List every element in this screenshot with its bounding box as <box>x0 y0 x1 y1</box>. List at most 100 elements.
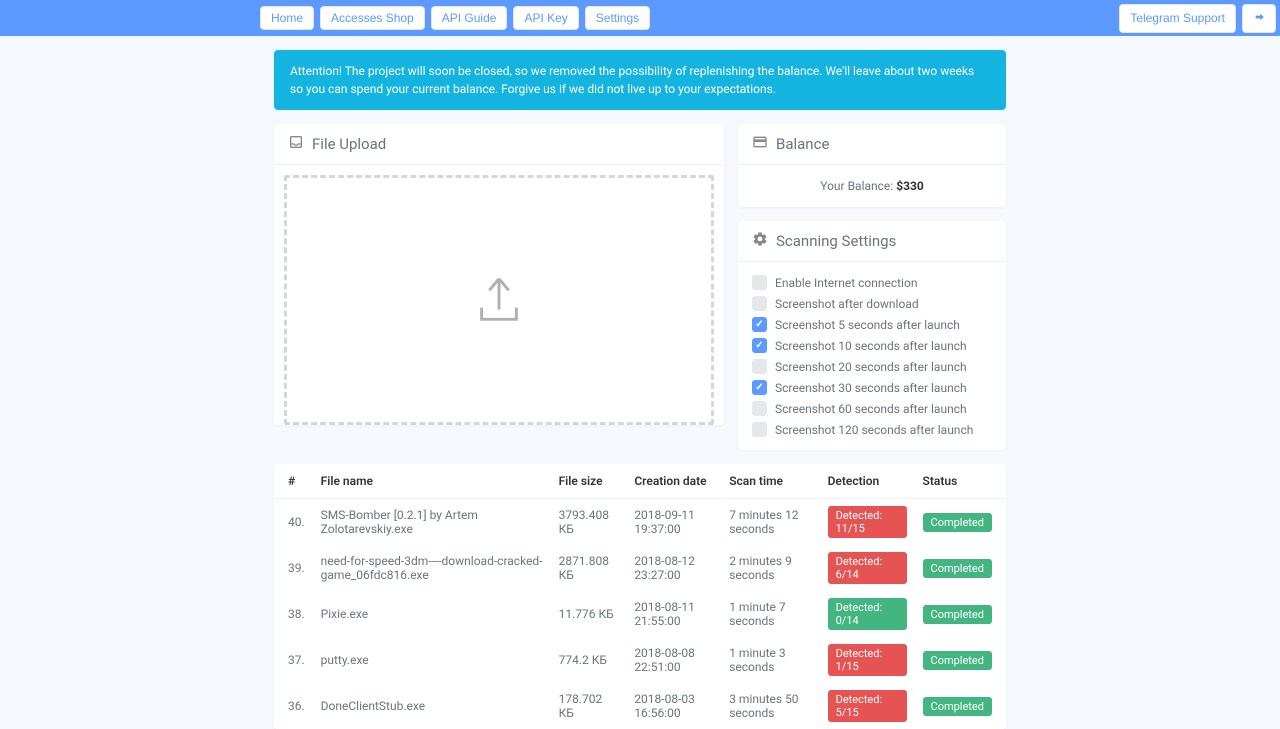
setting-label: Screenshot 30 seconds after launch <box>775 381 967 395</box>
setting-row: Screenshot 30 seconds after launch <box>752 377 992 398</box>
setting-row: Screenshot 10 seconds after launch <box>752 335 992 356</box>
setting-checkbox[interactable] <box>752 359 767 374</box>
table-cell: Detected: 1/15 <box>820 637 915 683</box>
balance-display: Your Balance: $330 <box>752 175 992 197</box>
closure-alert: Attention! The project will soon be clos… <box>274 50 1006 110</box>
table-row[interactable]: 38.Pixie.exe11.776 КБ2018-08-11 21:55:00… <box>274 591 1006 637</box>
column-header: Detection <box>820 464 915 499</box>
gears-icon <box>752 231 768 251</box>
table-cell: Completed <box>915 637 1006 683</box>
top-navbar: HomeAccesses ShopAPI GuideAPI Key Setting… <box>0 0 1280 36</box>
table-cell: Detected: 5/15 <box>820 683 915 729</box>
telegram-support-button[interactable]: Telegram Support <box>1119 4 1236 33</box>
balance-label: Your Balance: <box>820 179 896 193</box>
logout-icon <box>1251 9 1267 28</box>
table-row[interactable]: 37.putty.exe774.2 КБ2018-08-08 22:51:001… <box>274 637 1006 683</box>
setting-checkbox[interactable] <box>752 296 767 311</box>
table-cell: 2018-08-11 21:55:00 <box>626 591 721 637</box>
status-badge: Completed <box>923 605 992 624</box>
table-row[interactable]: 40.SMS-Bomber [0.2.1] by Artem Zolotarev… <box>274 499 1006 546</box>
nav-home-button[interactable]: Home <box>260 6 314 30</box>
file-upload-card: File Upload <box>274 124 724 425</box>
setting-label: Screenshot after download <box>775 297 919 311</box>
table-cell: Detected: 6/14 <box>820 545 915 591</box>
upload-arrow-icon <box>470 269 528 331</box>
status-badge: Completed <box>923 651 992 670</box>
table-cell: 774.2 КБ <box>551 637 627 683</box>
setting-label: Screenshot 60 seconds after launch <box>775 402 967 416</box>
table-cell: 36. <box>274 683 313 729</box>
scan-history-table: #File nameFile sizeCreation dateScan tim… <box>274 464 1006 729</box>
column-header: Status <box>915 464 1006 499</box>
nav-api-guide-button[interactable]: API Guide <box>431 6 508 30</box>
detection-badge: Detected: 6/14 <box>828 552 907 584</box>
nav-accesses-shop-button[interactable]: Accesses Shop <box>320 6 425 30</box>
setting-row: Screenshot 20 seconds after launch <box>752 356 992 377</box>
column-header: File size <box>551 464 627 499</box>
scanning-settings-title: Scanning Settings <box>776 232 896 250</box>
table-cell: 3 minutes 50 seconds <box>721 683 819 729</box>
table-cell: 7 minutes 12 seconds <box>721 499 819 546</box>
detection-badge: Detected: 0/14 <box>828 598 907 630</box>
table-row[interactable]: 36.DoneClientStub.exe178.702 КБ2018-08-0… <box>274 683 1006 729</box>
table-cell: 11.776 КБ <box>551 591 627 637</box>
setting-checkbox[interactable] <box>752 380 767 395</box>
table-cell: Detected: 11/15 <box>820 499 915 546</box>
nav-left-group: HomeAccesses ShopAPI GuideAPI Key Setting… <box>260 6 650 30</box>
upload-dropzone[interactable] <box>284 175 714 425</box>
nav-right-group: Telegram Support <box>1119 4 1276 33</box>
table-cell: SMS-Bomber [0.2.1] by Artem Zolotarevski… <box>313 499 551 546</box>
setting-label: Enable Internet connection <box>775 276 917 290</box>
inbox-icon <box>288 134 304 154</box>
setting-label: Screenshot 120 seconds after launch <box>775 423 973 437</box>
table-cell: need-for-speed-3dm----download-cracked-g… <box>313 545 551 591</box>
table-cell: 1 minute 3 seconds <box>721 637 819 683</box>
setting-checkbox[interactable] <box>752 317 767 332</box>
table-cell: Completed <box>915 499 1006 546</box>
balance-value: $330 <box>896 179 924 193</box>
table-cell: Completed <box>915 545 1006 591</box>
setting-checkbox[interactable] <box>752 338 767 353</box>
setting-row: Screenshot after download <box>752 293 992 314</box>
table-cell: 178.702 КБ <box>551 683 627 729</box>
logout-button[interactable] <box>1242 4 1276 33</box>
table-cell: Detected: 0/14 <box>820 591 915 637</box>
setting-checkbox[interactable] <box>752 422 767 437</box>
column-header: # <box>274 464 313 499</box>
setting-label: Screenshot 5 seconds after launch <box>775 318 960 332</box>
table-cell: 38. <box>274 591 313 637</box>
table-row[interactable]: 39.need-for-speed-3dm----download-cracke… <box>274 545 1006 591</box>
detection-badge: Detected: 11/15 <box>828 506 907 538</box>
table-cell: 37. <box>274 637 313 683</box>
setting-label: Screenshot 10 seconds after launch <box>775 339 967 353</box>
table-cell: 2018-09-11 19:37:00 <box>626 499 721 546</box>
table-cell: 40. <box>274 499 313 546</box>
nav-api-key-button[interactable]: API Key <box>513 6 578 30</box>
table-cell: DoneClientStub.exe <box>313 683 551 729</box>
table-cell: 2 minutes 9 seconds <box>721 545 819 591</box>
status-badge: Completed <box>923 559 992 578</box>
table-cell: Completed <box>915 591 1006 637</box>
table-cell: 2871.808 КБ <box>551 545 627 591</box>
credit-card-icon <box>752 134 768 154</box>
status-badge: Completed <box>923 697 992 716</box>
setting-checkbox[interactable] <box>752 275 767 290</box>
table-cell: 3793.408 КБ <box>551 499 627 546</box>
column-header: File name <box>313 464 551 499</box>
table-cell: Completed <box>915 683 1006 729</box>
column-header: Scan time <box>721 464 819 499</box>
setting-checkbox[interactable] <box>752 401 767 416</box>
setting-label: Screenshot 20 seconds after launch <box>775 360 967 374</box>
table-cell: 2018-08-03 16:56:00 <box>626 683 721 729</box>
table-cell: putty.exe <box>313 637 551 683</box>
setting-row: Screenshot 120 seconds after launch <box>752 419 992 440</box>
nav-settings-button[interactable]: Settings <box>585 6 650 30</box>
setting-row: Enable Internet connection <box>752 272 992 293</box>
status-badge: Completed <box>923 513 992 532</box>
scan-history-table-card: #File nameFile sizeCreation dateScan tim… <box>274 464 1006 729</box>
balance-title: Balance <box>776 135 829 153</box>
detection-badge: Detected: 5/15 <box>828 690 907 722</box>
column-header: Creation date <box>626 464 721 499</box>
detection-badge: Detected: 1/15 <box>828 644 907 676</box>
setting-row: Screenshot 60 seconds after launch <box>752 398 992 419</box>
